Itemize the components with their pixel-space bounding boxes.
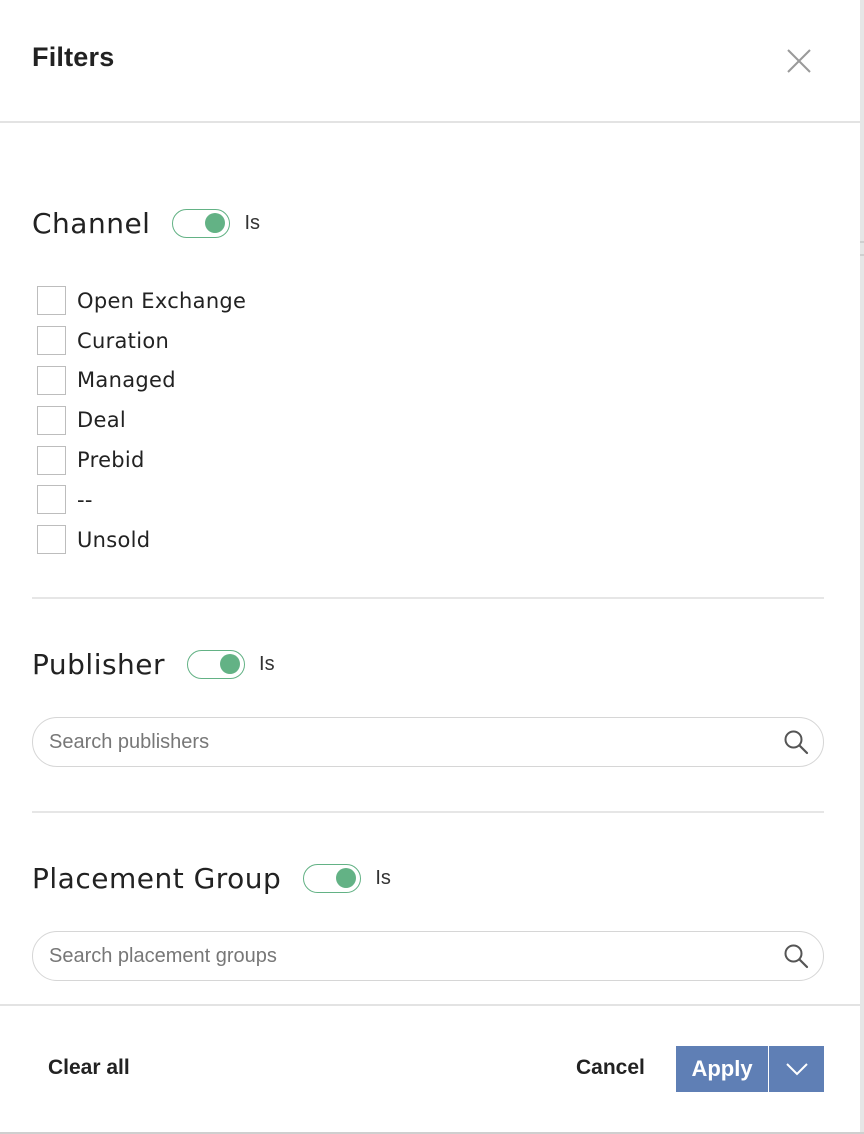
publisher-is-toggle[interactable] (187, 650, 246, 679)
channel-option-label: Prebid (77, 448, 145, 473)
filters-panel: Filters Channel Is Open Exchange Curatio… (0, 0, 860, 1134)
channel-section-title: Channel (32, 207, 151, 240)
toggle-knob (205, 213, 226, 233)
toggle-knob (220, 654, 241, 674)
placement-group-section-title: Placement Group (32, 862, 282, 895)
channel-option-label: Curation (77, 328, 170, 353)
publisher-search-input[interactable] (49, 730, 783, 754)
apply-split-button: Apply (676, 1046, 824, 1092)
apply-dropdown-button[interactable] (769, 1046, 824, 1092)
channel-option[interactable]: Deal (37, 400, 246, 440)
checkbox[interactable] (37, 286, 66, 316)
channel-option[interactable]: Curation (37, 321, 246, 361)
channel-option[interactable]: Prebid (37, 440, 246, 480)
edge-mark (860, 254, 864, 256)
placement-group-search-box (32, 931, 824, 981)
placement-group-search-input[interactable] (49, 944, 783, 968)
channel-option-label: Deal (77, 408, 126, 433)
checkbox[interactable] (37, 485, 66, 515)
search-icon[interactable] (783, 729, 809, 755)
background-page-edge (860, 0, 864, 1134)
placement-group-is-toggle[interactable] (303, 864, 362, 893)
publisher-search-box (32, 717, 824, 767)
checkbox[interactable] (37, 405, 66, 435)
toggle-knob (336, 868, 357, 888)
panel-footer: Clear all Cancel Apply (0, 1004, 860, 1132)
publisher-section-title: Publisher (32, 648, 166, 681)
publisher-section-header: Publisher Is (32, 648, 275, 681)
clear-all-button[interactable]: Clear all (48, 1056, 130, 1080)
checkbox[interactable] (37, 445, 66, 475)
section-divider (32, 597, 824, 599)
checkbox[interactable] (37, 365, 66, 395)
cancel-button[interactable]: Cancel (576, 1056, 645, 1080)
panel-title: Filters (32, 42, 115, 72)
close-icon (787, 49, 811, 73)
channel-option-label: -- (77, 487, 93, 512)
channel-option-label: Managed (77, 368, 176, 393)
channel-option-label: Unsold (77, 527, 151, 552)
edge-mark (860, 241, 864, 243)
placement-group-toggle-label: Is (375, 867, 391, 889)
channel-options-list: Open Exchange Curation Managed Deal Preb… (37, 281, 246, 560)
channel-section-header: Channel Is (32, 207, 260, 240)
apply-button[interactable]: Apply (676, 1046, 768, 1092)
panel-header: Filters (0, 0, 860, 123)
channel-option[interactable]: Open Exchange (37, 281, 246, 321)
channel-is-toggle[interactable] (172, 209, 231, 238)
channel-option-label: Open Exchange (77, 288, 247, 313)
checkbox[interactable] (37, 525, 66, 555)
section-divider (32, 811, 824, 813)
search-icon[interactable] (783, 943, 809, 969)
checkbox[interactable] (37, 326, 66, 356)
publisher-toggle-label: Is (259, 653, 275, 675)
placement-group-section-header: Placement Group Is (32, 862, 391, 895)
close-button[interactable] (784, 46, 814, 76)
channel-toggle-label: Is (244, 212, 261, 234)
channel-option[interactable]: Unsold (37, 520, 246, 560)
channel-option[interactable]: -- (37, 480, 246, 520)
chevron-down-icon (785, 1063, 808, 1076)
channel-option[interactable]: Managed (37, 361, 246, 401)
